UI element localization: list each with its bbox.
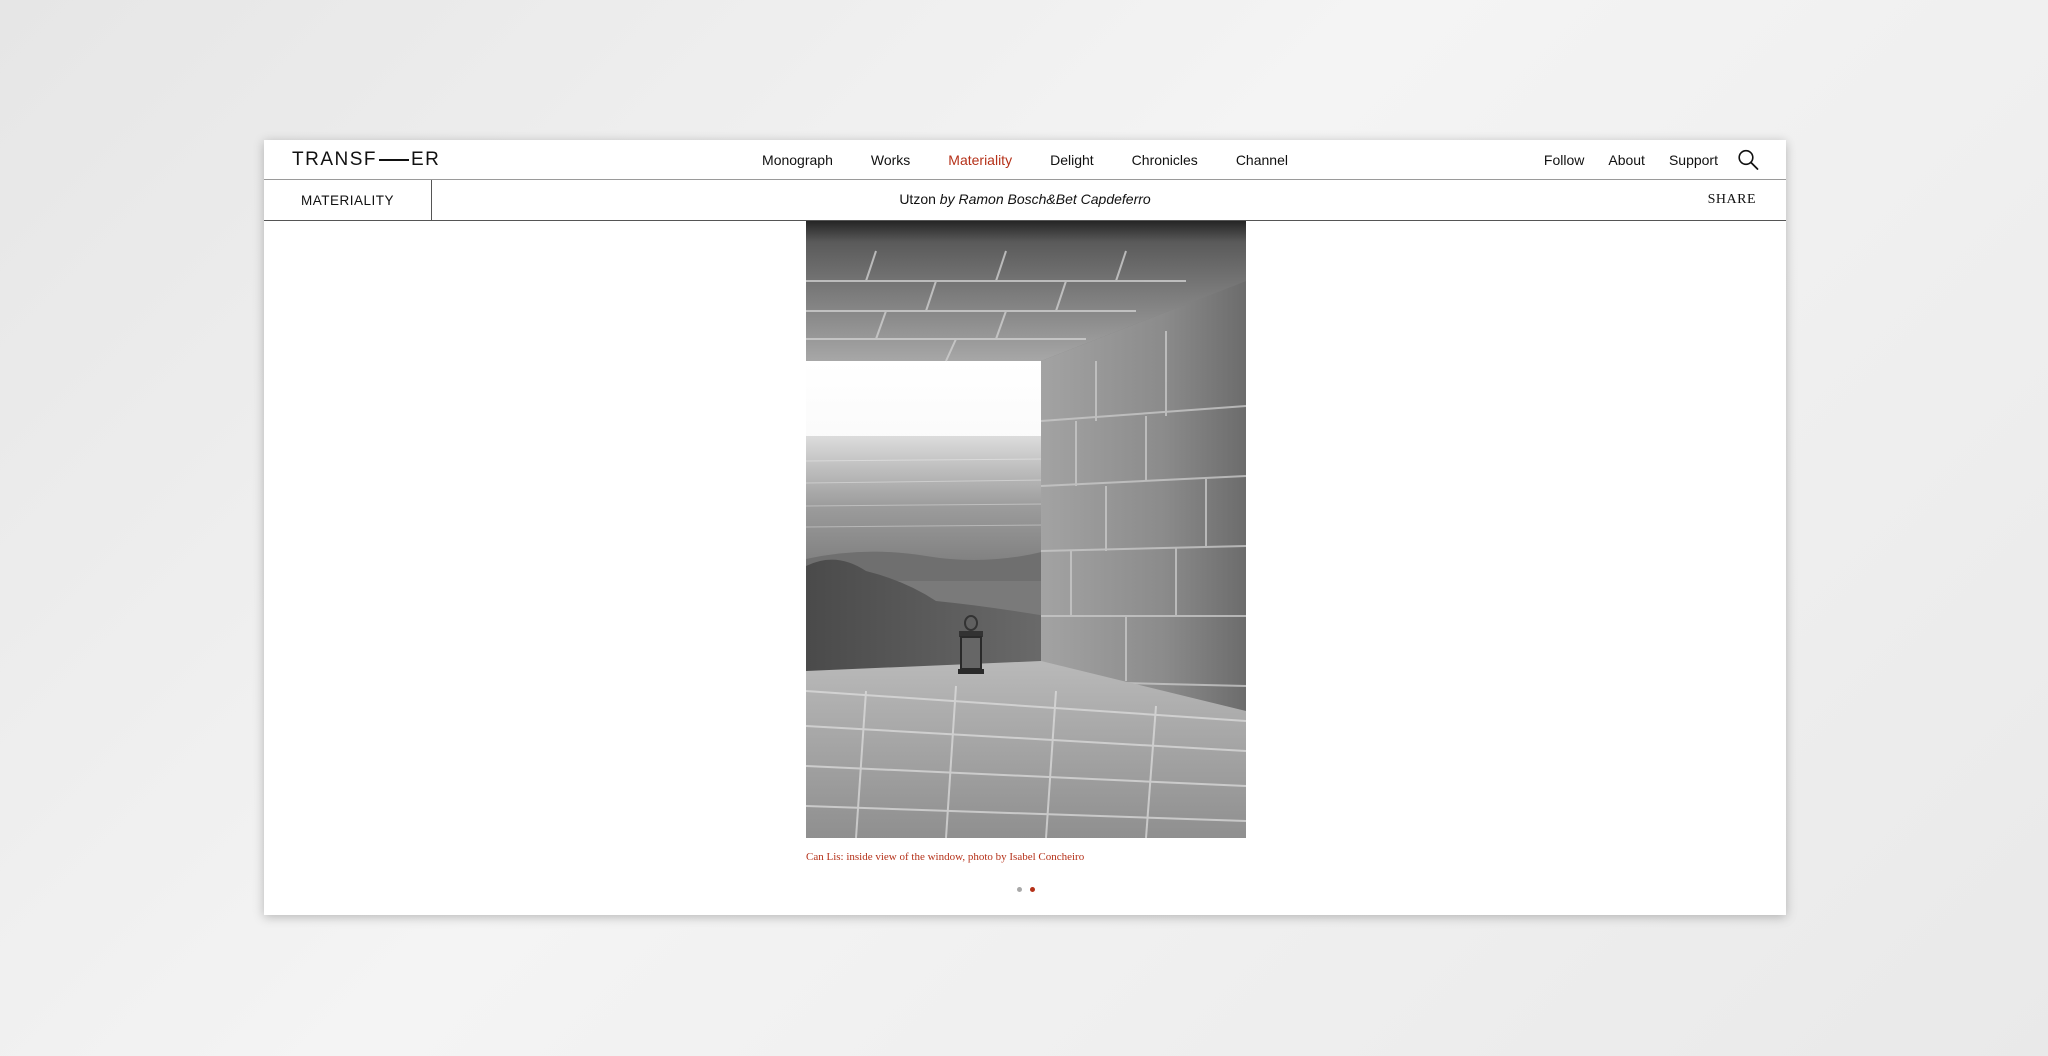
article-header: MATERIALITY Utzon by Ramon Bosch&Bet Cap… (264, 180, 1786, 221)
slide-dot-1[interactable] (1017, 887, 1022, 892)
nav-item-works[interactable]: Works (871, 152, 910, 168)
nav-item-channel[interactable]: Channel (1236, 152, 1288, 168)
support-link[interactable]: Support (1669, 152, 1718, 168)
article-title-by: by (939, 191, 955, 207)
article-authors: Ramon Bosch&Bet Capdeferro (958, 191, 1151, 207)
about-link[interactable]: About (1608, 152, 1645, 168)
nav-item-delight[interactable]: Delight (1050, 152, 1094, 168)
nav-item-materiality[interactable]: Materiality (948, 152, 1012, 168)
search-icon[interactable] (1736, 148, 1760, 172)
browser-page: TRANSF ER Monograph Works Materiality De… (264, 140, 1786, 915)
image-caption: Can Lis: inside view of the window, phot… (806, 851, 1085, 863)
article-title-name: Utzon (899, 191, 936, 207)
slide-dot-2[interactable] (1030, 887, 1035, 892)
top-navigation: TRANSF ER Monograph Works Materiality De… (264, 140, 1786, 180)
nav-item-monograph[interactable]: Monograph (762, 152, 833, 168)
article-title: Utzon by Ramon Bosch&Bet Capdeferro (264, 191, 1786, 207)
share-button[interactable]: SHARE (1708, 192, 1756, 208)
slideshow-image[interactable] (806, 221, 1246, 838)
secondary-menu: Follow About Support (1520, 152, 1718, 168)
nav-item-chronicles[interactable]: Chronicles (1132, 152, 1198, 168)
follow-link[interactable]: Follow (1544, 152, 1584, 168)
slideshow-pagination (1017, 887, 1035, 892)
